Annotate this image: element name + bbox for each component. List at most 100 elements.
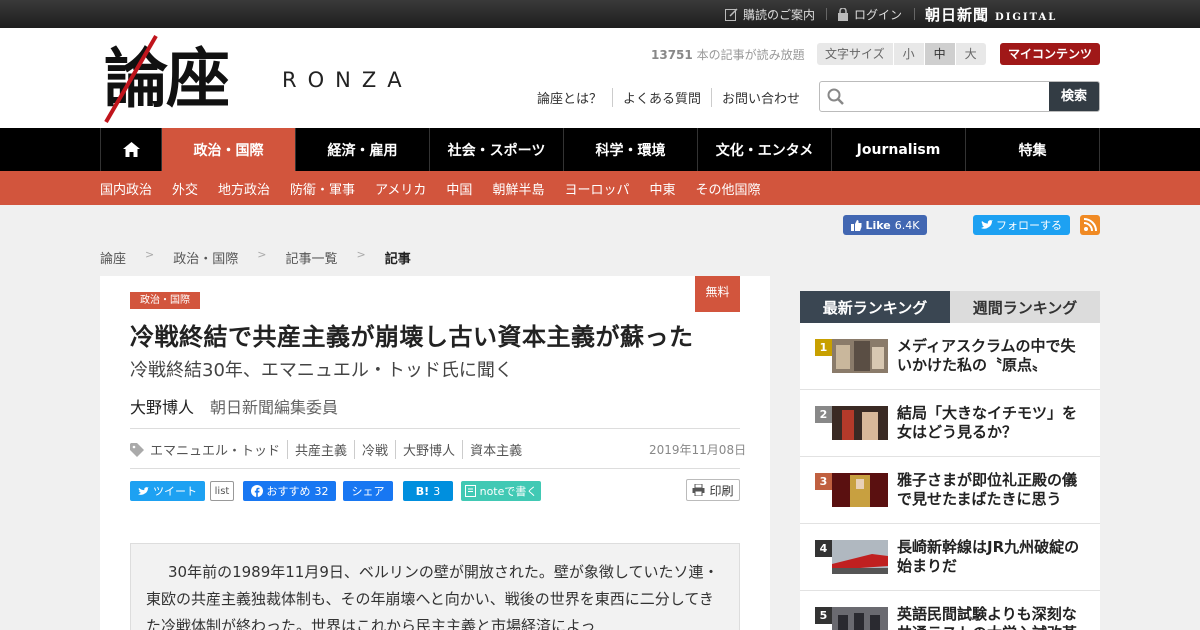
font-size-control: 文字サイズ 小 中 大	[817, 43, 986, 65]
font-size-large[interactable]: 大	[954, 43, 986, 65]
facebook-recommend-button[interactable]: おすすめ 32	[243, 481, 336, 501]
breadcrumb-item[interactable]: 政治・国際	[173, 248, 238, 267]
rank-number: 1	[815, 339, 832, 356]
ranking-item[interactable]: 3 雅子さまが即位礼正殿の儀で見せたまばたきに思う	[800, 457, 1100, 524]
tag-list: エマニュエル・トッド 共産主義 冷戦 大野博人 資本主義	[130, 440, 529, 459]
topbar-divider	[826, 8, 827, 20]
category-tag[interactable]: 政治・国際	[130, 292, 200, 309]
asahi-brand: 朝日新聞	[925, 6, 990, 24]
article-body-text: 30年前の1989年11月9日、ベルリンの壁が開放された。壁が象徴していたソ連・…	[146, 563, 719, 630]
ranking-item[interactable]: 1 メディアスクラムの中で失いかけた私の〝原点〟	[800, 323, 1100, 390]
facebook-icon	[250, 485, 263, 497]
contact-link[interactable]: お問い合わせ	[711, 88, 810, 107]
hatena-bookmark-button[interactable]: B! 3	[403, 481, 453, 501]
tag-link[interactable]: 資本主義	[462, 440, 529, 459]
twitter-follow-button[interactable]: フォローする	[973, 215, 1070, 235]
note-button[interactable]: noteで書く	[461, 481, 541, 501]
twitter-list-button[interactable]: list	[210, 481, 234, 501]
sub-nav: 国内政治 外交 地方政治 防衛・軍事 アメリカ 中国 朝鮮半島 ヨーロッパ 中東…	[0, 171, 1200, 205]
subnav-item[interactable]: 中東	[649, 179, 675, 198]
ronza-logo[interactable]: 論座	[104, 34, 274, 126]
note-icon	[464, 485, 476, 497]
breadcrumb-item[interactable]: 記事一覧	[285, 248, 337, 267]
main-nav: 政治・国際 経済・雇用 社会・スポーツ 科学・環境 文化・エンタメ Journa…	[0, 128, 1200, 171]
ranking-item[interactable]: 2 結局「大きなイチモツ」を女はどう見るか？	[800, 390, 1100, 457]
nav-home[interactable]	[101, 128, 162, 171]
login-label: ログイン	[854, 8, 903, 22]
subnav-item[interactable]: アメリカ	[375, 179, 426, 198]
nav-economy[interactable]: 経済・雇用	[296, 128, 430, 171]
ranking-item[interactable]: 5 英語民間試験よりも深刻な共通テストの大学入試改革	[800, 591, 1100, 630]
twitter-bird-icon	[138, 486, 149, 495]
nav-features[interactable]: 特集	[966, 128, 1100, 171]
facebook-share-button[interactable]: シェア	[343, 481, 393, 501]
breadcrumb-current: 記事	[384, 252, 411, 267]
facebook-like-button[interactable]: Like 6.4K	[843, 215, 927, 235]
font-size-small[interactable]: 小	[892, 43, 924, 65]
tag-icon	[130, 442, 144, 457]
twitter-follow-label: フォローする	[996, 219, 1062, 232]
nav-culture[interactable]: 文化・エンタメ	[698, 128, 832, 171]
nav-politics[interactable]: 政治・国際	[162, 128, 296, 171]
subnav-item[interactable]: 外交	[172, 179, 198, 198]
breadcrumb-separator: >	[145, 248, 155, 261]
nav-science[interactable]: 科学・環境	[564, 128, 698, 171]
subscribe-link[interactable]: 購読のご案内	[725, 6, 815, 23]
login-link[interactable]: ログイン	[837, 6, 902, 23]
read-count: 13751 本の記事が読み放題	[651, 46, 805, 63]
breadcrumb-item[interactable]: 論座	[100, 248, 126, 267]
tweet-button[interactable]: ツイート	[130, 481, 205, 501]
top-bar: 購読のご案内 ログイン 朝日新聞 DIGITAL	[0, 0, 1200, 28]
tweet-label: ツイート	[153, 485, 197, 498]
asahi-digital-logo[interactable]: 朝日新聞 DIGITAL	[925, 4, 1057, 25]
print-label: 印刷	[709, 483, 734, 498]
tag-link[interactable]: エマニュエル・トッド	[150, 440, 287, 459]
search-input[interactable]	[850, 82, 1050, 111]
hatena-icon: B!	[415, 484, 430, 498]
subnav-item[interactable]: その他国際	[695, 179, 760, 198]
tab-weekly-ranking[interactable]: 週間ランキング	[950, 291, 1100, 323]
ranking-title: 英語民間試験よりも深刻な共通テストの大学入試改革	[897, 605, 1077, 630]
print-button[interactable]: 印刷	[686, 479, 740, 501]
tab-latest-ranking[interactable]: 最新ランキング	[800, 291, 950, 323]
read-count-suffix: 本の記事が読み放題	[692, 48, 805, 62]
ranking-thumbnail	[832, 339, 888, 373]
tag-link[interactable]: 大野博人	[395, 440, 462, 459]
author-name[interactable]: 大野博人	[130, 394, 194, 418]
search-button[interactable]: 検索	[1049, 82, 1099, 111]
tag-link[interactable]: 冷戦	[354, 440, 395, 459]
tag-link[interactable]: 共産主義	[287, 440, 354, 459]
subnav-item[interactable]: ヨーロッパ	[564, 179, 629, 198]
ranking-thumbnail	[832, 607, 888, 630]
ranking-title: 結局「大きなイチモツ」を女はどう見るか？	[897, 404, 1078, 441]
author-role: 朝日新聞編集委員	[210, 398, 339, 417]
divider	[130, 428, 740, 429]
twitter-bird-icon	[981, 220, 993, 229]
rss-button[interactable]	[1080, 215, 1100, 235]
subnav-item[interactable]: 国内政治	[100, 179, 152, 198]
about-link[interactable]: 論座とは？	[537, 88, 612, 107]
asahi-brand-suffix: DIGITAL	[995, 12, 1058, 23]
subnav-item[interactable]: 朝鮮半島	[492, 179, 544, 198]
edit-icon	[725, 8, 738, 21]
topbar-divider	[914, 8, 915, 20]
ranking-title: メディアスクラムの中で失いかけた私の〝原点〟	[897, 337, 1076, 374]
facebook-like-count: 6.4K	[894, 218, 920, 232]
hatena-count: 3	[433, 484, 441, 498]
ranking-item[interactable]: 4 長崎新幹線はJR九州破綻の始まりだ	[800, 524, 1100, 591]
ranking-title: 長崎新幹線はJR九州破綻の始まりだ	[897, 538, 1080, 575]
subnav-item[interactable]: 中国	[446, 179, 472, 198]
divider	[130, 468, 740, 469]
facebook-like-label: Like	[865, 218, 891, 232]
subnav-item[interactable]: 防衛・軍事	[290, 179, 355, 198]
ranking-thumbnail	[832, 540, 888, 574]
faq-link[interactable]: よくある質問	[612, 88, 711, 107]
header-links: 論座とは？ よくある質問 お問い合わせ	[537, 88, 810, 107]
font-size-medium[interactable]: 中	[923, 43, 955, 65]
subnav-item[interactable]: 地方政治	[218, 179, 270, 198]
rank-number: 3	[815, 473, 832, 490]
my-contents-button[interactable]: マイコンテンツ	[1000, 43, 1100, 65]
nav-journalism[interactable]: Journalism	[832, 128, 966, 171]
site-header: 論座 RONZA 13751 本の記事が読み放題 文字サイズ 小 中 大 マイコ…	[0, 28, 1200, 128]
nav-society[interactable]: 社会・スポーツ	[430, 128, 564, 171]
